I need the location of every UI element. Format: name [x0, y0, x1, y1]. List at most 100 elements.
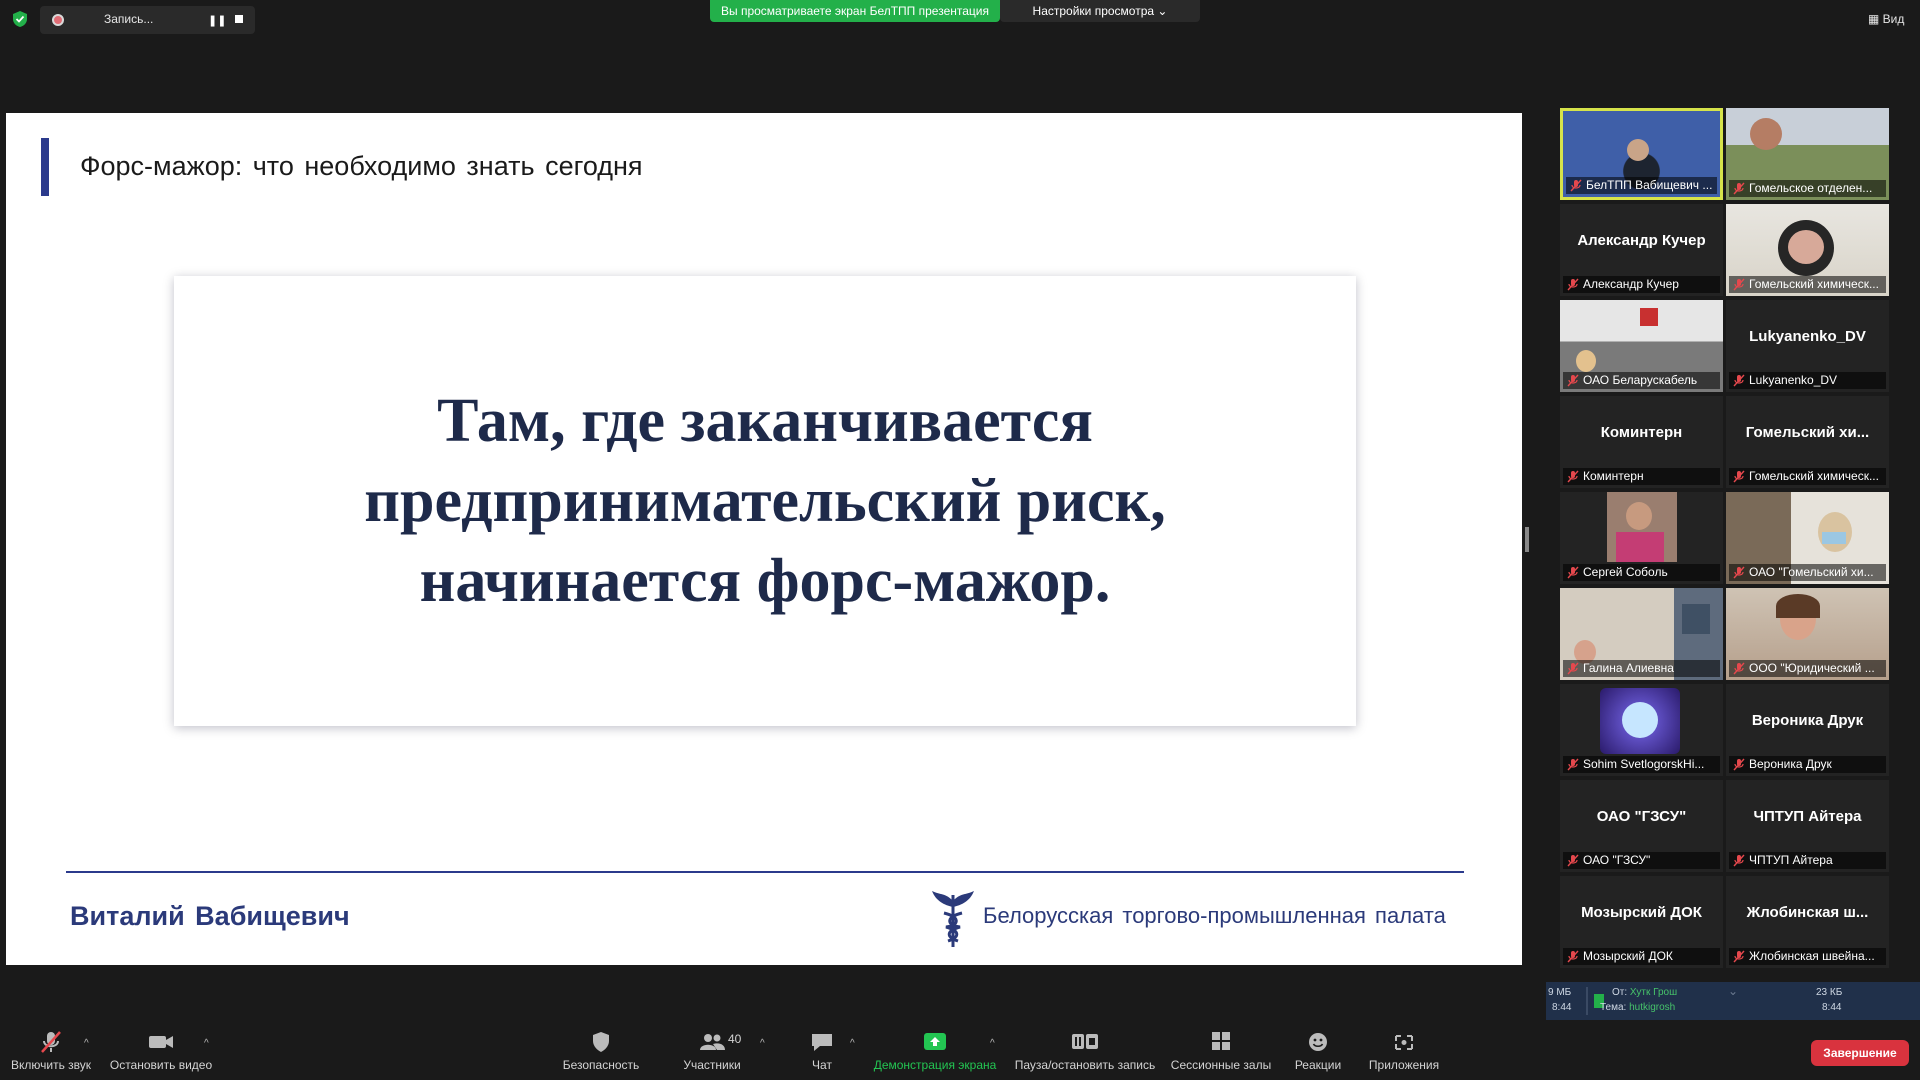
microphone-muted-icon	[1733, 854, 1745, 867]
reactions-button[interactable]: Реакции	[1290, 1020, 1346, 1080]
participant-tile[interactable]: Жлобинская ш... Жлобинская швейна...	[1726, 876, 1889, 968]
chat-notification[interactable]: 9 МБ 8:44 От: Хутк Грош Тема: hutkigrosh…	[1546, 982, 1920, 1020]
audio-options-caret-icon[interactable]: ^	[84, 1038, 89, 1049]
participant-display-name: Вероника Друк	[1751, 712, 1864, 729]
breakout-rooms-icon	[1212, 1032, 1230, 1050]
security-shield-icon[interactable]	[12, 10, 28, 28]
stop-video-label: Остановить видео	[109, 1058, 213, 1072]
participant-tile[interactable]: Гомельский хи... Гомельский химическ...	[1726, 396, 1889, 488]
pause-stop-recording-button[interactable]: Пауза/остановить запись	[1012, 1020, 1158, 1080]
breakout-rooms-button[interactable]: Сессионные залы	[1168, 1020, 1274, 1080]
share-screen-button[interactable]: Демонстрация экрана	[870, 1020, 1000, 1080]
stop-recording-icon[interactable]	[235, 15, 243, 23]
participant-tile[interactable]: ОАО "ГЗСУ" ОАО "ГЗСУ"	[1560, 780, 1723, 872]
participant-display-name: Гомельский хи...	[1745, 424, 1870, 441]
microphone-muted-icon	[1733, 950, 1745, 963]
participant-tile[interactable]: ООО "Юридический ...	[1726, 588, 1889, 680]
microphone-muted-icon	[1733, 566, 1745, 579]
participant-tile[interactable]: Lukyanenko_DV Lukyanenko_DV	[1726, 300, 1889, 392]
participants-label: Участники	[683, 1058, 741, 1072]
participant-name-label: Александр Кучер	[1563, 276, 1720, 293]
share-screen-label: Демонстрация экрана	[873, 1058, 997, 1072]
microphone-muted-icon	[1567, 950, 1579, 963]
chat-subject-label: Тема:	[1600, 1002, 1627, 1013]
participant-name-label: ООО "Юридический ...	[1729, 660, 1886, 677]
pause-stop-icon	[1072, 1034, 1098, 1049]
smiley-icon	[1309, 1033, 1327, 1051]
participant-tile[interactable]: ЧПТУП Айтера ЧПТУП Айтера	[1726, 780, 1889, 872]
view-button-label: Вид	[1882, 12, 1905, 26]
slide-title-accent-bar	[41, 138, 49, 196]
participant-name-label: Гомельское отделен...	[1729, 180, 1886, 197]
participant-name-label: Жлобинская швейна...	[1729, 948, 1886, 965]
stop-video-button[interactable]: Остановить видео	[106, 1020, 216, 1080]
participant-tile[interactable]: Гомельское отделен...	[1726, 108, 1889, 200]
participants-icon	[700, 1034, 725, 1050]
participant-tile[interactable]: Вероника Друк Вероника Друк	[1726, 684, 1889, 776]
participant-tile[interactable]: Александр Кучер Александр Кучер	[1560, 204, 1723, 296]
video-options-caret-icon[interactable]: ^	[204, 1038, 209, 1049]
participant-name-label: ОАО "Гомельский хи...	[1729, 564, 1886, 581]
participant-name: Мозырский ДОК	[1583, 949, 1673, 963]
participants-caret-icon[interactable]: ^	[760, 1038, 765, 1049]
microphone-muted-icon	[1733, 662, 1745, 675]
participants-count: 40	[728, 1032, 742, 1046]
slide-organization-name: Белорусская торгово-промышленная палата	[983, 903, 1446, 928]
quote-line: Там, где заканчивается	[437, 387, 1093, 455]
shield-icon	[593, 1032, 609, 1052]
chamber-logo-icon	[932, 891, 974, 947]
participant-tile[interactable]: БелТПП Вабищевич ...	[1560, 108, 1723, 200]
share-caret-icon[interactable]: ^	[990, 1038, 995, 1049]
participant-name: Lukyanenko_DV	[1749, 373, 1838, 387]
chat-subject-value: hutkigrosh	[1629, 1002, 1676, 1013]
participant-tile[interactable]: Сергей Соболь	[1560, 492, 1723, 584]
microphone-muted-icon	[1567, 758, 1579, 771]
share-screen-icon	[924, 1033, 946, 1050]
view-settings-dropdown[interactable]: Настройки просмотра ⌄	[1000, 0, 1200, 22]
recording-indicator: Запись... ❚❚	[40, 6, 255, 34]
microphone-muted-icon	[1733, 374, 1745, 387]
recording-dot-icon	[52, 14, 64, 26]
chat-subject: Тема: hutkigrosh	[1600, 1002, 1675, 1013]
participant-display-name: Коминтерн	[1600, 424, 1683, 441]
chat-from-label: От:	[1612, 987, 1628, 998]
microphone-muted-icon	[1570, 179, 1582, 192]
shared-screen: Форс-мажор: что необходимо знать сегодня…	[6, 113, 1522, 965]
pause-recording-icon[interactable]: ❚❚	[208, 14, 226, 27]
chevron-down-icon[interactable]: ⌄	[1728, 984, 1738, 998]
chat-caret-icon[interactable]: ^	[850, 1038, 855, 1049]
apps-icon	[1395, 1035, 1413, 1050]
participant-tile[interactable]: Коминтерн Коминтерн	[1560, 396, 1723, 488]
participant-name-label: Вероника Друк	[1729, 756, 1886, 773]
participant-name: Александр Кучер	[1583, 277, 1679, 291]
security-button[interactable]: Безопасность	[556, 1020, 646, 1080]
participant-tile[interactable]: ОАО Беларускабель	[1560, 300, 1723, 392]
left-time: 8:44	[1552, 1002, 1572, 1013]
participant-tile[interactable]: Гомельский химическ...	[1726, 204, 1889, 296]
participant-tile[interactable]: Мозырский ДОК Мозырский ДОК	[1560, 876, 1723, 968]
unmute-button[interactable]: Включить звук	[6, 1020, 96, 1080]
microphone-muted-icon	[1567, 854, 1579, 867]
participant-display-name: Жлобинская ш...	[1746, 904, 1869, 921]
panel-splitter-handle[interactable]	[1525, 527, 1529, 552]
participant-name-label: Гомельский химическ...	[1729, 468, 1886, 485]
right-file-size: 23 КБ	[1816, 987, 1843, 998]
participant-name-label: Сергей Соболь	[1563, 564, 1720, 581]
participant-name: Гомельский химическ...	[1749, 277, 1879, 291]
participants-button[interactable]: Участники	[676, 1020, 748, 1080]
end-meeting-button[interactable]: Завершение	[1811, 1040, 1909, 1066]
apps-button[interactable]: Приложения	[1362, 1020, 1446, 1080]
participant-name-label: БелТПП Вабищевич ...	[1566, 177, 1717, 194]
slide-speaker-name: Виталий Вабищевич	[70, 901, 350, 931]
participant-name-label: Коминтерн	[1563, 468, 1720, 485]
view-button[interactable]: ▦ Вид	[1868, 12, 1904, 26]
participant-name: ОАО "Гомельский хи...	[1749, 565, 1874, 579]
chat-button[interactable]: Чат	[796, 1020, 848, 1080]
top-bar: Запись... ❚❚ Вы просматриваете экран Бел…	[0, 0, 1920, 34]
participant-tile[interactable]: Sohim SvetlogorskHi...	[1560, 684, 1723, 776]
participant-tile[interactable]: Галина Алиевна	[1560, 588, 1723, 680]
participant-name: ООО "Юридический ...	[1749, 661, 1875, 675]
participant-tile[interactable]: ОАО "Гомельский хи...	[1726, 492, 1889, 584]
participant-name: Сергей Соболь	[1583, 565, 1668, 579]
participant-display-name: ЧПТУП Айтера	[1753, 808, 1862, 825]
